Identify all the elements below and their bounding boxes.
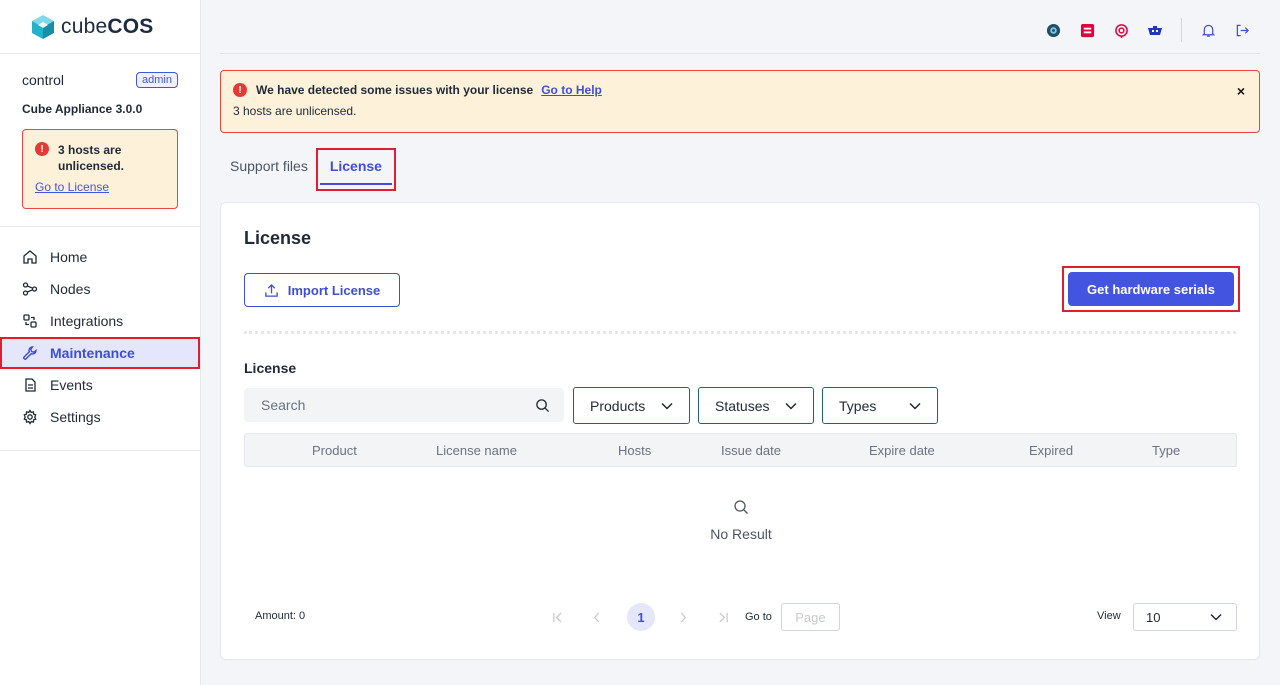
upload-icon <box>264 283 278 297</box>
sidebar: cubeCOS control admin Cube Appliance 3.0… <box>0 0 201 685</box>
chevron-down-icon <box>785 402 797 410</box>
get-hardware-serials-button[interactable]: Get hardware serials <box>1068 272 1234 306</box>
page-size-select[interactable]: 10 <box>1133 603 1237 631</box>
top-bar <box>220 0 1260 54</box>
import-license-button[interactable]: Import License <box>244 273 400 307</box>
sidebar-item-integrations[interactable]: Integrations <box>0 305 200 337</box>
import-license-label: Import License <box>287 282 381 298</box>
ceph-icon[interactable] <box>1045 22 1061 38</box>
gear-icon <box>23 409 37 425</box>
column-header-expire-date[interactable]: Expire date <box>869 443 935 458</box>
license-card: License Import License Get hardware seri… <box>220 202 1260 660</box>
logo[interactable]: cubeCOS <box>0 0 200 54</box>
logout-icon[interactable] <box>1234 22 1250 38</box>
empty-state-text: No Result <box>710 526 772 542</box>
go-to-label: Go to <box>745 611 772 623</box>
banner-title: We have detected some issues with your l… <box>256 83 534 97</box>
chevron-down-icon <box>1210 613 1222 621</box>
sidebar-nav: Home Nodes Integrations Maintenance Even… <box>0 241 200 433</box>
column-header-license-name[interactable]: License name <box>436 443 517 458</box>
hardware-serials-highlight: Get hardware serials <box>1062 266 1240 312</box>
kubernetes-icon[interactable] <box>1147 22 1163 38</box>
nodes-icon <box>22 282 38 296</box>
search-icon[interactable] <box>535 398 550 413</box>
products-filter[interactable]: Products <box>573 387 690 424</box>
sidebar-item-nodes[interactable]: Nodes <box>0 273 200 305</box>
sidebar-item-settings[interactable]: Settings <box>0 401 200 433</box>
search-input[interactable] <box>261 397 511 413</box>
sidebar-item-label: Settings <box>50 409 101 425</box>
license-issue-banner: ! We have detected some issues with your… <box>220 70 1260 133</box>
view-label: View <box>1097 610 1121 622</box>
next-page-icon[interactable] <box>673 603 693 631</box>
user-name: control <box>22 72 65 88</box>
tab-support-files[interactable]: Support files <box>220 148 318 184</box>
home-icon <box>23 250 37 264</box>
column-header-hosts[interactable]: Hosts <box>618 443 651 458</box>
maintenance-tabs: Support files License <box>220 148 396 191</box>
sidebar-item-maintenance[interactable]: Maintenance <box>0 337 200 369</box>
sidebar-item-events[interactable]: Events <box>0 369 200 401</box>
sidebar-item-home[interactable]: Home <box>0 241 200 273</box>
prev-page-icon[interactable] <box>587 603 607 631</box>
table-header: Product License name Hosts Issue date Ex… <box>244 433 1237 467</box>
top-bar-separator <box>1181 18 1182 42</box>
column-header-product[interactable]: Product <box>312 443 357 458</box>
current-page[interactable]: 1 <box>627 603 655 631</box>
sidebar-divider <box>0 450 200 451</box>
tab-license[interactable]: License <box>315 148 396 191</box>
search-icon <box>734 500 748 514</box>
sidebar-item-label: Home <box>50 249 88 265</box>
page-title: License <box>244 228 312 248</box>
role-badge: admin <box>136 72 178 88</box>
close-icon[interactable]: × <box>1237 83 1245 99</box>
appliance-version: Cube Appliance 3.0.0 <box>22 102 143 116</box>
column-header-expired[interactable]: Expired <box>1029 443 1073 458</box>
statuses-filter-label: Statuses <box>715 397 770 414</box>
wrench-icon <box>23 346 37 360</box>
types-filter[interactable]: Types <box>822 387 938 424</box>
go-to-license-link[interactable]: Go to License <box>35 180 109 194</box>
error-icon: ! <box>35 142 49 156</box>
go-to-help-link[interactable]: Go to Help <box>541 83 602 97</box>
integrations-icon <box>23 314 37 328</box>
chevron-down-icon <box>661 402 673 410</box>
cube-logo-icon <box>32 14 54 39</box>
empty-state: No Result <box>221 499 1261 542</box>
page-size-value: 10 <box>1146 609 1161 625</box>
sidebar-item-label: Events <box>50 377 93 393</box>
column-header-type[interactable]: Type <box>1152 443 1180 458</box>
chevron-down-icon <box>909 402 921 410</box>
sidebar-alert-message: 3 hosts are unlicensed. <box>58 143 125 173</box>
sidebar-divider <box>0 226 200 227</box>
error-icon: ! <box>233 83 247 97</box>
banner-subtitle: 3 hosts are unlicensed. <box>233 104 357 118</box>
user-block: control admin Cube Appliance 3.0.0 ! 3 h… <box>0 54 200 209</box>
search-box <box>244 388 564 422</box>
bell-icon[interactable] <box>1200 22 1216 38</box>
first-page-icon[interactable] <box>547 603 567 631</box>
top-bar-icons <box>1027 18 1250 42</box>
products-filter-label: Products <box>590 397 646 414</box>
license-section-title: License <box>244 360 297 376</box>
last-page-icon[interactable] <box>713 603 733 631</box>
sidebar-item-label: Integrations <box>50 313 124 329</box>
statuses-filter[interactable]: Statuses <box>698 387 814 424</box>
openstack-icon[interactable] <box>1079 22 1095 38</box>
amount-label: Amount: 0 <box>255 610 306 622</box>
events-icon <box>25 378 36 392</box>
sidebar-license-alert: ! 3 hosts are unlicensed. Go to License <box>22 129 178 209</box>
column-header-issue-date[interactable]: Issue date <box>721 443 781 458</box>
sidebar-item-label: Maintenance <box>50 345 135 361</box>
sidebar-item-label: Nodes <box>50 281 91 297</box>
section-divider <box>244 331 1236 334</box>
page-input[interactable]: Page <box>780 603 840 631</box>
types-filter-label: Types <box>839 397 877 414</box>
grafana-icon[interactable] <box>1113 22 1129 38</box>
logo-text: cubeCOS <box>61 14 154 38</box>
pagination: 1 Go to Page <box>547 603 840 631</box>
